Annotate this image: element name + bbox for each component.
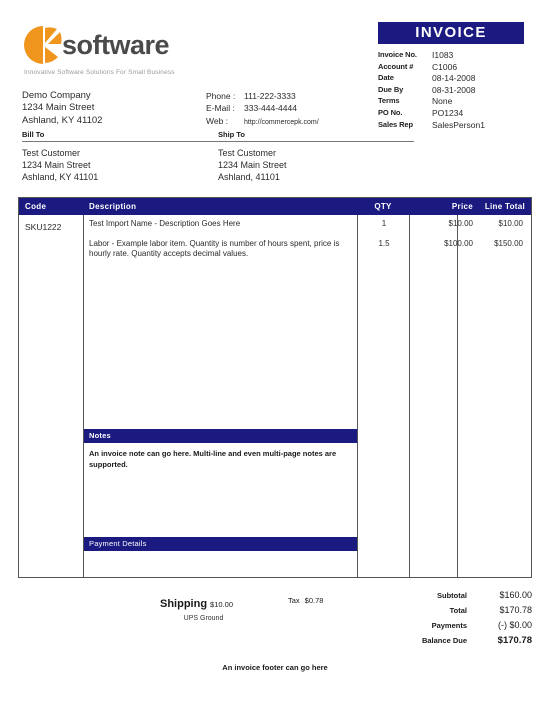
company-address: Demo Company 1234 Main Street Ashland, K… (22, 90, 102, 127)
brand-tagline: Innovative Software Solutions For Small … (24, 69, 175, 76)
column-divider-line-total (457, 215, 458, 577)
ship-to-street: 1234 Main Street (218, 160, 287, 171)
company-contact: Phone : 111-222-3333 E-Mail : 333-444-4444… (206, 90, 319, 129)
contact-phone-label: Phone : (206, 91, 236, 101)
column-divider-price (409, 215, 410, 577)
tax-label: Tax (288, 596, 300, 605)
line-items-table: Code Description QTY Price Line Total SK… (18, 197, 532, 578)
bill-to-city-state-zip: Ashland, KY 41101 (22, 172, 99, 183)
contact-web-label: Web : (206, 115, 229, 126)
contact-web-row: Web : http://commercepk.com/ (206, 115, 319, 129)
document-meta-label: Terms (378, 96, 400, 106)
document-meta-value: I1083 (432, 50, 454, 60)
column-divider-code (83, 215, 84, 577)
contact-web-value[interactable]: http://commercepk.com/ (244, 119, 319, 126)
k-circle-logo-icon (22, 24, 64, 66)
document-meta-row: Account # C1006 (378, 62, 485, 74)
document-meta-label: PO No. (378, 107, 403, 117)
totals-label: Subtotal (437, 590, 467, 600)
shipping-label: Shipping (160, 598, 208, 610)
contact-email-label: E-Mail : (206, 103, 235, 114)
contact-phone-value: 111-222-3333 (244, 91, 296, 101)
shipping-block: Shipping $10.00 UPS Ground (160, 594, 233, 622)
notes-body: An invoice note can go here. Multi-line … (89, 449, 337, 469)
totals-label: Payments (431, 620, 467, 630)
totals-label: Total (449, 605, 467, 615)
document-meta-value: 08-14-2008 (432, 73, 476, 84)
totals-row: Balance Due $170.78 (395, 635, 532, 651)
column-header-code: Code (25, 202, 47, 211)
totals-value: $170.78 (497, 635, 532, 646)
document-meta-table: Invoice No. I1083 Account # C1006 Date 08-14-… (378, 50, 485, 131)
company-city-state-zip: Ashland, KY 41102 (22, 114, 103, 126)
document-meta-row: Invoice No. I1083 (378, 50, 485, 62)
tax-amount: $0.78 (304, 596, 324, 605)
line-item-line-total: $10.00 (498, 219, 523, 228)
column-header-line-total: Line Total (484, 202, 525, 211)
company-street: 1234 Main Street (22, 102, 95, 114)
totals-value: $170.78 (499, 605, 532, 615)
totals-row: Payments (-) $0.00 (395, 620, 532, 635)
ship-to-name: Test Customer (218, 148, 277, 158)
column-header-qty: QTY (374, 202, 392, 211)
totals-row: Subtotal $160.00 (395, 590, 532, 605)
column-header-description: Description (89, 202, 137, 211)
bill-to-street: 1234 Main Street (22, 160, 91, 171)
document-meta-label: Invoice No. (378, 50, 417, 59)
document-meta-row: Due By 08-31-2008 (378, 85, 485, 97)
document-meta-label: Account # (378, 61, 414, 71)
document-meta-value: SalesPerson1 (432, 119, 485, 130)
tax-block: Tax $0.78 (288, 596, 323, 605)
company-name: Demo Company (22, 90, 91, 101)
invoice-footer: An invoice footer can go here (222, 663, 328, 672)
ship-to-body: Test Customer 1234 Main Street Ashland, … (218, 142, 414, 184)
invoice-page: software Innovative Software Solutions F… (0, 0, 550, 711)
document-title: INVOICE (378, 22, 524, 44)
bill-to-name: Test Customer (22, 148, 81, 158)
document-meta-row: Date 08-14-2008 (378, 73, 485, 85)
totals-body: Subtotal $160.00 Total $170.78 Payments (-) $… (395, 590, 532, 651)
totals-row: Total $170.78 (395, 605, 532, 620)
shipping-line: Shipping $10.00 (160, 594, 233, 612)
line-items-header-row: Code Description QTY Price Line Total (19, 198, 531, 215)
document-meta-row: PO No. PO1234 (378, 108, 485, 120)
payment-details-heading: Payment Details (84, 537, 357, 551)
shipping-method: UPS Ground (183, 615, 224, 622)
line-item-qty: 1.5 (378, 238, 390, 248)
bill-to-heading: Bill To (22, 130, 218, 142)
document-meta-value: PO1234 (432, 107, 464, 118)
document-meta-value: C1006 (432, 61, 458, 72)
totals-value: $160.00 (499, 590, 532, 600)
brand-logo: software Innovative Software Solutions F… (22, 24, 222, 82)
ship-to-city-state-zip: Ashland, 41101 (218, 172, 280, 183)
line-item-code: SKU1222 (25, 222, 62, 232)
ship-to-heading: Ship To (218, 130, 414, 142)
shipping-amount: $10.00 (210, 600, 233, 609)
bill-to-block: Bill To Test Customer 1234 Main Street A… (22, 130, 218, 184)
line-item-qty: 1 (381, 219, 387, 228)
totals-label: Balance Due (421, 636, 467, 645)
table-row: Test Import Name - Description Goes Here… (89, 219, 523, 230)
document-meta-body: Invoice No. I1083 Account # C1006 Date 08-14-… (378, 50, 485, 131)
line-item-description: Labor - Example labor item. Quantity is … (89, 238, 340, 259)
ship-to-block: Ship To Test Customer 1234 Main Street A… (218, 130, 414, 184)
document-meta-row: Terms None (378, 96, 485, 108)
table-row: Labor - Example labor item. Quantity is … (89, 238, 523, 260)
contact-email-row: E-Mail : 333-444-4444 (206, 102, 319, 114)
brand-wordmark: software (62, 30, 170, 60)
document-meta-label: Date (378, 73, 394, 83)
line-item-line-total: $150.00 (494, 238, 523, 248)
notes-heading: Notes (84, 429, 357, 443)
contact-email-value: 333-444-4444 (244, 103, 297, 114)
contact-phone-row: Phone : 111-222-3333 (206, 90, 319, 102)
document-meta-label: Due By (378, 84, 404, 94)
totals-table: Subtotal $160.00 Total $170.78 Payments (-) $… (395, 590, 532, 651)
totals-value: (-) $0.00 (497, 620, 532, 630)
column-divider-qty (357, 215, 358, 577)
document-meta-value: None (432, 96, 453, 107)
document-meta-value: 08-31-2008 (432, 84, 476, 95)
bill-to-body: Test Customer 1234 Main Street Ashland, … (22, 142, 218, 184)
line-item-description: Test Import Name - Description Goes Here (89, 219, 241, 228)
line-items-body: Test Import Name - Description Goes Here… (89, 219, 523, 260)
